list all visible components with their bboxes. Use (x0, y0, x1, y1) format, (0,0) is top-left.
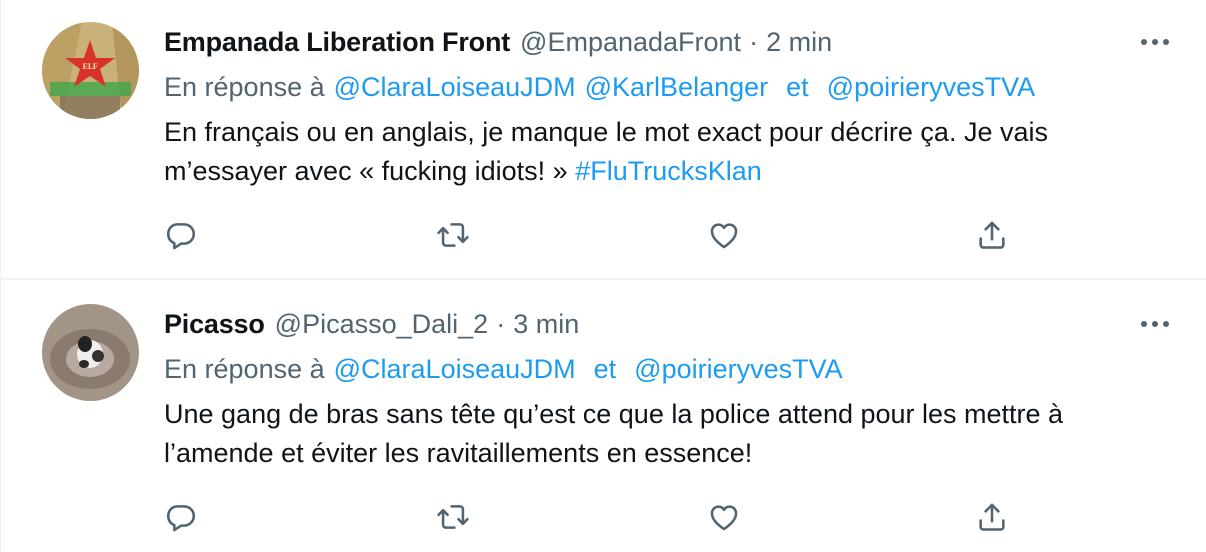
like-icon[interactable] (704, 215, 744, 255)
tweet-text: En français ou en anglais, je manque le … (164, 113, 1174, 191)
share-icon[interactable] (972, 215, 1012, 255)
svg-text:ELF: ELF (82, 62, 97, 71)
mention-link[interactable]: @ClaraLoiseauJDM (334, 72, 576, 103)
avatar[interactable]: ELF (42, 22, 139, 119)
tweet-actions (161, 497, 1021, 537)
avatar-image: ELF (42, 22, 139, 119)
more-icon[interactable] (1135, 24, 1175, 60)
author-handle[interactable]: @Picasso_Dali_2 (275, 309, 489, 340)
timeline: ELF Empanada Liberation Front @EmpanadaF… (0, 0, 1206, 552)
mention-joiner[interactable]: et (594, 354, 617, 385)
tweet[interactable]: Picasso @Picasso_Dali_2 · 3 min En répon… (1, 280, 1206, 552)
like-icon[interactable] (704, 497, 744, 537)
separator-dot: · (496, 308, 506, 339)
retweet-icon[interactable] (433, 215, 473, 255)
mention-link[interactable]: @KarlBelanger (585, 72, 769, 103)
reply-prefix: En réponse à (164, 353, 325, 384)
mention-joiner[interactable]: et (786, 72, 809, 103)
mention-link[interactable]: @ClaraLoiseauJDM (334, 354, 576, 385)
author-name[interactable]: Empanada Liberation Front (164, 27, 510, 58)
mention-link[interactable]: @poirieryvesTVA (634, 354, 842, 385)
author-handle[interactable]: @EmpanadaFront (520, 27, 741, 58)
reply-icon[interactable] (161, 215, 201, 255)
hashtag-link[interactable]: #FluTrucksKlan (575, 156, 762, 186)
timestamp[interactable]: 2 min (766, 27, 832, 58)
share-icon[interactable] (972, 497, 1012, 537)
reply-prefix: En réponse à (164, 71, 325, 102)
separator-dot: · (749, 26, 759, 57)
reply-context: En réponse à @ClaraLoiseauJDM @KarlBelan… (164, 69, 1035, 105)
retweet-icon[interactable] (433, 497, 473, 537)
tweet-header: Empanada Liberation Front @EmpanadaFront… (164, 24, 832, 60)
tweet-header: Picasso @Picasso_Dali_2 · 3 min (164, 306, 579, 342)
author-name[interactable]: Picasso (164, 309, 265, 340)
avatar-image (42, 304, 139, 401)
timestamp[interactable]: 3 min (513, 309, 579, 340)
mention-link[interactable]: @poirieryvesTVA (827, 72, 1035, 103)
more-icon[interactable] (1135, 306, 1175, 342)
tweet[interactable]: ELF Empanada Liberation Front @EmpanadaF… (1, 0, 1206, 280)
reply-icon[interactable] (161, 497, 201, 537)
tweet-actions (161, 215, 1021, 255)
avatar[interactable] (42, 304, 139, 401)
tweet-text: Une gang de bras sans tête qu’est ce que… (164, 395, 1174, 473)
tweet-body: Une gang de bras sans tête qu’est ce que… (164, 399, 1064, 468)
reply-context: En réponse à @ClaraLoiseauJDM et @poirie… (164, 351, 843, 387)
